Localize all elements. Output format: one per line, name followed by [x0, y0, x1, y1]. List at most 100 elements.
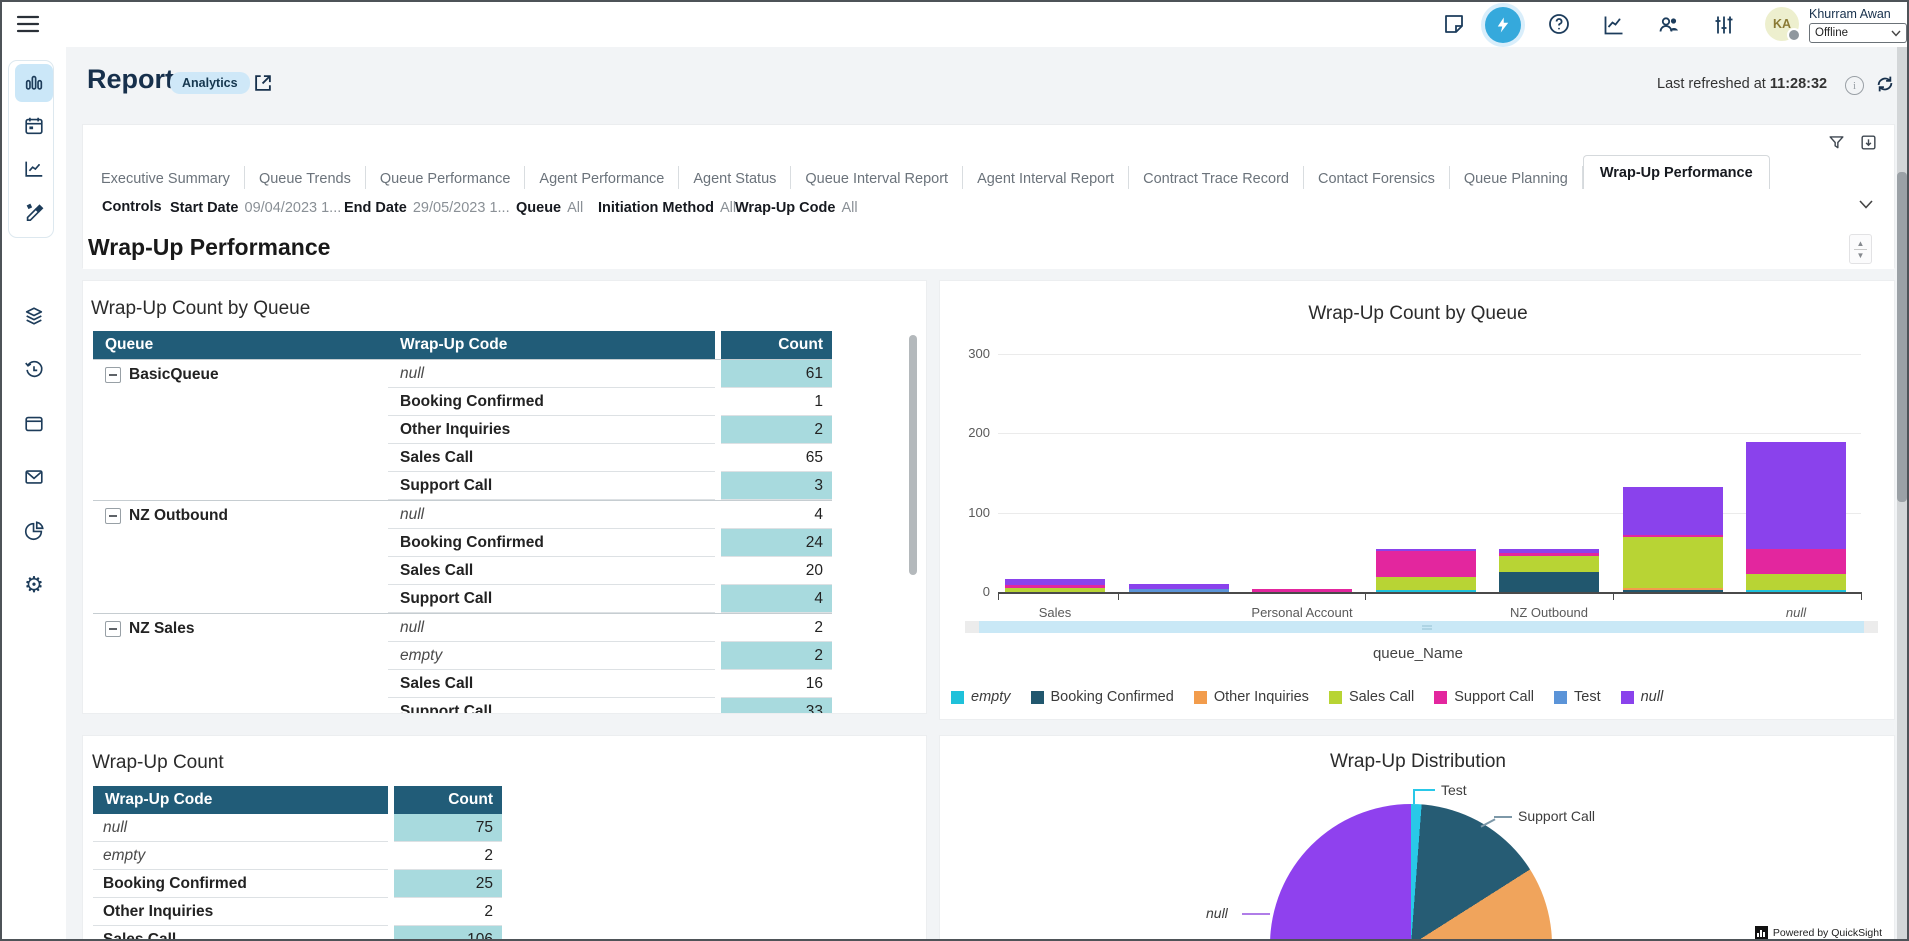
avatar[interactable]: KA — [1765, 7, 1799, 41]
bar-segment-support-call[interactable] — [1376, 551, 1476, 577]
filter-initiation-method[interactable]: Initiation MethodAll — [598, 199, 736, 217]
bar-segment-sales-call[interactable] — [1005, 588, 1105, 592]
wrapup-code-cell: Booking Confirmed — [93, 870, 388, 898]
calendar-icon — [23, 115, 45, 137]
sidebar-item-layers[interactable] — [15, 297, 53, 335]
filter-wrap-up-code[interactable]: Wrap-Up CodeAll — [735, 199, 858, 217]
pie-chart-icon — [23, 520, 45, 542]
flash-active-icon[interactable] — [1485, 7, 1521, 43]
table-row: Booking Confirmed24 — [388, 529, 832, 557]
filter-queue[interactable]: QueueAll — [516, 199, 583, 217]
x-axis-tick — [1613, 592, 1614, 600]
bar-segment-null[interactable] — [1499, 549, 1599, 553]
stepper-up-icon[interactable]: ▲ — [1857, 239, 1865, 248]
legend-item-other-inquiries[interactable]: Other Inquiries — [1194, 689, 1309, 705]
column-header[interactable]: Wrap-Up Code — [93, 786, 388, 814]
bar-segment-other-inquiries[interactable] — [1623, 588, 1723, 590]
sidebar-item-pie[interactable] — [15, 512, 53, 550]
refresh-button[interactable] — [1874, 73, 1896, 95]
wrapup-code-cell: null — [388, 360, 715, 388]
column-header[interactable]: Wrap-Up Code — [388, 331, 715, 359]
legend-item-test[interactable]: Test — [1554, 689, 1601, 705]
sheet-stepper[interactable]: ▲ ▼ — [1849, 234, 1872, 264]
sliders-icon[interactable] — [1712, 13, 1736, 37]
hamburger-menu-button[interactable] — [16, 13, 40, 35]
chart-scroll-right-button[interactable] — [1864, 621, 1878, 633]
notes-icon[interactable] — [1442, 12, 1466, 36]
bar-segment-support-call[interactable] — [1252, 589, 1352, 592]
sidebar-item-calendar[interactable] — [15, 107, 53, 145]
bar-segment-null[interactable] — [1623, 487, 1723, 535]
bar-segment-empty[interactable] — [1376, 590, 1476, 592]
app-screen: KA Khurram Awan Offline — [0, 0, 1909, 941]
sidebar-item-mail[interactable] — [15, 458, 53, 496]
wrapup-code-cell: Booking Confirmed — [388, 529, 715, 557]
bar-segment-support-call[interactable] — [1623, 535, 1723, 537]
column-header[interactable]: Queue — [93, 331, 388, 359]
bar-segment-null[interactable] — [1746, 442, 1846, 549]
tab-wrap-up-performance[interactable]: Wrap-Up Performance — [1583, 155, 1770, 190]
metrics-icon[interactable] — [1602, 13, 1626, 37]
filter-start-date[interactable]: Start Date09/04/2023 1... — [170, 199, 341, 217]
legend-item-sales-call[interactable]: Sales Call — [1329, 689, 1414, 705]
page-scrollbar-track[interactable] — [1897, 47, 1907, 941]
sidebar-item-customize[interactable] — [15, 192, 53, 230]
chart-scroll-left-button[interactable] — [965, 621, 979, 633]
bar-segment-booking-confirmed[interactable] — [1499, 572, 1599, 592]
sidebar-item-settings[interactable]: ⚙ — [15, 566, 53, 604]
filter-button[interactable] — [1827, 133, 1846, 152]
legend-item-booking-confirmed[interactable]: Booking Confirmed — [1031, 689, 1174, 705]
bar-segment-support-call[interactable] — [1746, 549, 1846, 574]
x-axis-category-label: null — [1686, 605, 1895, 620]
count-cell: 1 — [721, 388, 832, 416]
column-header[interactable]: Count — [721, 331, 832, 359]
collapse-toggle[interactable] — [105, 621, 121, 637]
sidebar-item-metrics[interactable] — [15, 150, 53, 188]
collapse-toggle[interactable] — [105, 367, 121, 383]
users-icon[interactable] — [1657, 13, 1681, 37]
bar-segment-sales-call[interactable] — [1623, 537, 1723, 588]
bar-segment-support-call[interactable] — [1005, 585, 1105, 588]
export-button[interactable] — [1859, 133, 1878, 152]
open-external-button[interactable] — [252, 72, 274, 94]
column-header[interactable]: Count — [394, 786, 502, 814]
pie-chart[interactable] — [1270, 804, 1552, 941]
filter-end-date[interactable]: End Date29/05/2023 1... — [344, 199, 510, 217]
help-icon[interactable] — [1547, 12, 1571, 36]
bar-segment-null[interactable] — [1005, 579, 1105, 585]
legend-item-support-call[interactable]: Support Call — [1434, 689, 1534, 705]
controls-collapse-button[interactable] — [1858, 199, 1874, 210]
bar-segment-booking-confirmed[interactable] — [1623, 590, 1723, 592]
legend-item-null[interactable]: null — [1621, 689, 1664, 705]
collapse-toggle[interactable] — [105, 508, 121, 524]
page-scrollbar-thumb[interactable] — [1897, 172, 1907, 502]
sidebar-item-reports[interactable] — [15, 64, 53, 102]
wrapup-code-cell: Support Call — [388, 472, 715, 500]
status-select[interactable]: Offline — [1809, 23, 1907, 43]
bar-segment-sales-call[interactable] — [1746, 574, 1846, 590]
pie-label-null: null — [1206, 905, 1228, 921]
info-icon[interactable]: i — [1845, 76, 1864, 95]
legend-label: Test — [1574, 689, 1601, 705]
count-cell: 24 — [721, 529, 832, 557]
count-cell: 4 — [721, 585, 832, 613]
count-cell: 2 — [721, 642, 832, 670]
stepper-down-icon[interactable]: ▼ — [1857, 251, 1865, 260]
last-refreshed-label: Last refreshed at — [1657, 76, 1766, 92]
table-vertical-scrollbar[interactable] — [909, 335, 917, 575]
bar-segment-test[interactable] — [1129, 589, 1229, 592]
chart-horizontal-scrollbar[interactable] — [979, 621, 1864, 633]
sidebar-item-history[interactable] — [15, 350, 53, 388]
bar-segment-sales-call[interactable] — [1376, 577, 1476, 590]
legend-item-empty[interactable]: empty — [951, 689, 1011, 705]
bar-segment-sales-call[interactable] — [1499, 556, 1599, 572]
legend-swatch — [1031, 691, 1044, 704]
wrapup-code-cell: Other Inquiries — [388, 416, 715, 444]
count-cell: 75 — [394, 814, 502, 842]
quicksight-logo-icon — [1755, 926, 1768, 939]
bar-segment-empty[interactable] — [1746, 590, 1846, 592]
sidebar-item-window[interactable] — [15, 405, 53, 443]
bar-segment-null[interactable] — [1376, 549, 1476, 551]
bar-segment-null[interactable] — [1129, 584, 1229, 589]
bar-segment-support-call[interactable] — [1499, 553, 1599, 556]
